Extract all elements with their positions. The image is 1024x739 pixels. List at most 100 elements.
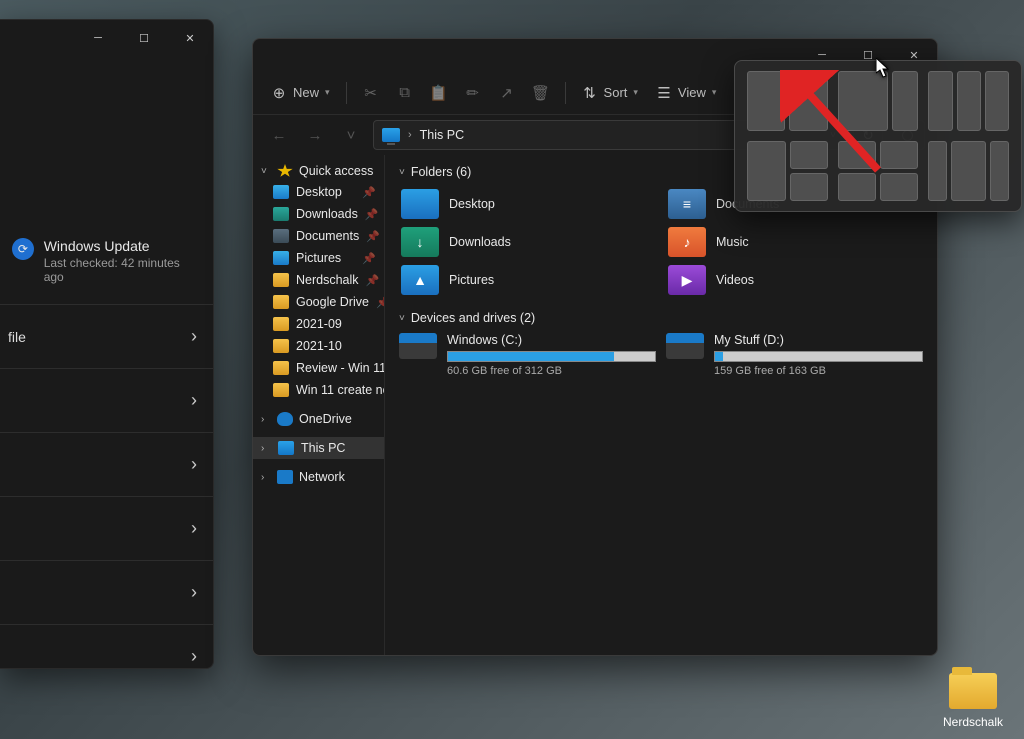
drive-item[interactable]: Windows (C:) 60.6 GB free of 312 GB <box>399 333 656 377</box>
drive-icon <box>399 333 437 359</box>
folder-icon: ▶ <box>668 265 706 295</box>
settings-item[interactable] <box>0 497 213 561</box>
folder-item[interactable]: Desktop <box>399 187 656 221</box>
copy-button[interactable]: ⧉ <box>389 79 421 107</box>
sort-button[interactable]: ⇅ Sort ▾ <box>574 79 646 107</box>
snap-zone[interactable] <box>928 71 952 131</box>
sync-icon: ⟳ <box>12 238 34 260</box>
snap-zone[interactable] <box>957 71 981 131</box>
cut-icon: ✂ <box>363 85 379 101</box>
sidebar-group-onedrive[interactable]: › OneDrive <box>253 409 384 429</box>
chevron-right-icon: › <box>261 472 271 483</box>
new-button[interactable]: ⊕ New ▾ <box>263 79 338 107</box>
main-pane: ˅ Folders (6) Desktop≡Documents↓Download… <box>385 155 937 655</box>
network-icon <box>277 470 293 484</box>
sidebar-item[interactable]: Win 11 create new <box>253 379 384 401</box>
snap-zone[interactable] <box>892 71 918 131</box>
chevron-right-icon: › <box>408 129 412 141</box>
sidebar-item[interactable]: Google Drive📌 <box>253 291 384 313</box>
sidebar-item[interactable]: Desktop📌 <box>253 181 384 203</box>
pin-icon: 📌 <box>366 230 380 243</box>
desktop-icon[interactable]: Nerdschalk <box>938 673 1008 729</box>
rename-button[interactable]: ✏ <box>457 79 489 107</box>
section-header-drives[interactable]: ˅ Devices and drives (2) <box>399 311 923 325</box>
capacity-bar <box>714 351 923 362</box>
back-button[interactable]: ← <box>265 127 293 144</box>
snap-layout-quarter-half-quarter[interactable] <box>928 141 1009 201</box>
pin-icon: 📌 <box>376 296 384 309</box>
pc-icon <box>382 128 400 142</box>
snap-zone[interactable] <box>928 141 947 201</box>
cursor-icon <box>876 58 892 83</box>
folder-icon <box>273 295 289 309</box>
sidebar-item[interactable]: 2021-10 <box>253 335 384 357</box>
chevron-down-icon: ▾ <box>325 87 330 98</box>
folder-item[interactable]: ▲Pictures <box>399 263 656 297</box>
drive-item[interactable]: My Stuff (D:) 159 GB free of 163 GB <box>666 333 923 377</box>
folder-icon: ↓ <box>401 227 439 257</box>
sidebar-item[interactable]: Nerdschalk📌 <box>253 269 384 291</box>
settings-item[interactable]: file <box>0 305 213 369</box>
close-button[interactable]: ✕ <box>167 20 213 56</box>
chevron-right-icon <box>191 518 197 539</box>
forward-button[interactable]: → <box>301 127 329 144</box>
snap-layout-thirds[interactable] <box>928 71 1009 131</box>
settings-window: ─ ☐ ✕ ⟳ Windows Update Last checked: 42 … <box>0 19 214 669</box>
chevron-right-icon <box>191 390 197 411</box>
minimize-button[interactable]: ─ <box>75 20 121 56</box>
cut-button[interactable]: ✂ <box>355 79 387 107</box>
sidebar: ˅ Quick access Desktop📌Downloads📌Documen… <box>253 155 385 655</box>
cloud-icon <box>277 412 293 426</box>
settings-item[interactable] <box>0 433 213 497</box>
window-controls: ─ ☐ ✕ <box>75 20 213 56</box>
settings-item[interactable] <box>0 561 213 625</box>
chevron-down-icon: ˅ <box>399 313 405 324</box>
pin-icon: 📌 <box>362 186 376 199</box>
paste-icon: 📋 <box>431 85 447 101</box>
desktop-icon-label: Nerdschalk <box>938 715 1008 729</box>
folder-icon <box>401 189 439 219</box>
trash-icon: 🗑 <box>533 85 549 101</box>
maximize-button[interactable]: ☐ <box>121 20 167 56</box>
view-button[interactable]: ☰ View ▾ <box>648 79 724 107</box>
sidebar-group-quick[interactable]: ˅ Quick access <box>253 161 384 181</box>
chevron-down-icon: ▾ <box>633 87 638 98</box>
settings-item[interactable] <box>0 625 213 669</box>
up-button[interactable]: ˅ <box>337 127 365 144</box>
sidebar-item-thispc[interactable]: › This PC <box>253 437 384 459</box>
drive-icon <box>666 333 704 359</box>
sidebar-item[interactable]: Downloads📌 <box>253 203 384 225</box>
folder-item[interactable]: ↓Downloads <box>399 225 656 259</box>
settings-item[interactable] <box>0 369 213 433</box>
sidebar-item[interactable]: Documents📌 <box>253 225 384 247</box>
chevron-right-icon <box>191 582 197 603</box>
sidebar-item[interactable]: 2021-09 <box>253 313 384 335</box>
pc-icon <box>278 441 294 455</box>
sidebar-group-network[interactable]: › Network <box>253 467 384 487</box>
delete-button[interactable]: 🗑 <box>525 79 557 107</box>
pin-icon: 📌 <box>366 274 380 287</box>
windows-update-sub: Last checked: 42 minutes ago <box>44 256 201 284</box>
folder-item[interactable]: ♪Music <box>666 225 923 259</box>
sort-icon: ⇅ <box>582 85 598 101</box>
folder-item[interactable]: ▶Videos <box>666 263 923 297</box>
snap-zone[interactable] <box>990 141 1009 201</box>
chevron-down-icon: ˅ <box>399 167 405 178</box>
folder-icon <box>949 673 997 709</box>
sidebar-item[interactable]: Pictures📌 <box>253 247 384 269</box>
paste-button[interactable]: 📋 <box>423 79 455 107</box>
folder-icon <box>273 251 289 265</box>
chevron-down-icon: ▾ <box>712 87 717 98</box>
windows-update-row[interactable]: ⟳ Windows Update Last checked: 42 minute… <box>0 228 213 294</box>
share-icon: ↗ <box>499 85 515 101</box>
folder-icon <box>273 317 289 331</box>
snap-zone[interactable] <box>985 71 1009 131</box>
sidebar-item[interactable]: Review - Win 11 st <box>253 357 384 379</box>
annotation-arrow <box>780 70 890 180</box>
share-button[interactable]: ↗ <box>491 79 523 107</box>
star-icon <box>277 164 293 178</box>
windows-update-title: Windows Update <box>44 238 201 254</box>
breadcrumb[interactable]: This PC <box>420 128 464 142</box>
snap-zone[interactable] <box>951 141 986 201</box>
chevron-right-icon: › <box>261 443 271 454</box>
